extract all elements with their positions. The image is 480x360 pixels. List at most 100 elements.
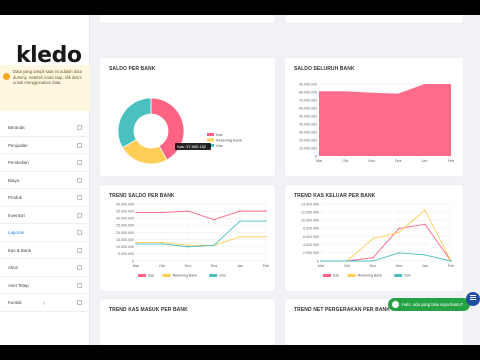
data-point	[265, 220, 267, 222]
legend-swatch	[207, 133, 214, 136]
data-point	[135, 211, 137, 214]
y-tick-label: 2.000.000	[303, 251, 319, 255]
menu-icon	[470, 295, 476, 296]
warning-icon	[3, 73, 10, 80]
data-point	[398, 227, 400, 230]
nav-item-icon	[77, 247, 82, 253]
help-chat-text: Halo, ada yang bisa saya bantu?	[402, 302, 463, 307]
nav-item-icon	[77, 177, 82, 183]
card-title: TREND NET PERGERAKAN PER BANK	[294, 307, 390, 313]
data-point	[239, 236, 241, 238]
data-point	[398, 252, 400, 254]
legend-swatch	[138, 274, 146, 277]
sidebar-item-kas-bank[interactable]: Kas & Bank	[0, 242, 90, 259]
line-series-rekening-bank	[321, 209, 452, 262]
sidebar-item-inventori[interactable]: Inventori	[0, 207, 90, 224]
data-point	[372, 257, 374, 259]
data-point	[187, 210, 189, 212]
nav-item-icon	[77, 282, 82, 288]
tooltip-text: Kas: 37.680.152	[177, 144, 207, 149]
dummy-data-notice[interactable]: Data yang tampil saat ini adalah data du…	[0, 65, 90, 111]
y-tick-label: 0	[317, 259, 319, 263]
sidebar-collapse-button[interactable]: ‹	[0, 299, 90, 313]
help-chat-button[interactable]: Halo, ada yang bisa saya bantu?	[388, 298, 470, 311]
pie-slice-giro	[117, 97, 152, 149]
data-point	[372, 260, 374, 262]
x-tick-label: Des	[396, 264, 403, 268]
data-point	[213, 244, 215, 247]
card-saldo-seluruh-bank: SALDO SELURUH BANK 90.000.000 80.000.000 7…	[285, 58, 463, 176]
sidebar-item-laporan[interactable]: Laporan	[0, 224, 90, 242]
sidebar-item-label: Biaya	[8, 177, 19, 183]
menu-fab-button[interactable]	[466, 292, 480, 306]
data-point	[424, 223, 426, 226]
y-tick-label: 20.000.000	[299, 138, 317, 142]
sidebar-item-label: Aset Tetap	[8, 282, 29, 288]
y-tick-label: 4.000.000	[303, 243, 319, 247]
sidebar-item-aset-tetap[interactable]: Aset Tetap	[0, 277, 90, 294]
x-tick-label: Nov	[185, 264, 192, 268]
y-tick-label: 40.000.000	[116, 202, 134, 206]
legend-label: Kas	[148, 274, 154, 278]
sidebar-item-akun[interactable]: Akun	[0, 259, 90, 277]
y-tick-label: 14.000.000	[301, 202, 319, 206]
notice-text: Data yang tampil saat ini adalah data du…	[13, 69, 82, 86]
y-tick-label: 70.000.000	[299, 98, 317, 102]
data-point	[161, 211, 163, 214]
y-tick-label: 25.000.000	[116, 224, 134, 228]
nav-item-icon	[77, 142, 82, 148]
legend-swatch	[162, 274, 171, 277]
sidebar: kledo Data yang tampil saat ini adalah d…	[0, 15, 90, 345]
x-tick-label: Des	[395, 159, 402, 163]
nav-item-icon	[77, 230, 82, 235]
data-point	[187, 246, 189, 248]
sidebar-item-penjualan[interactable]: Penjualan	[0, 137, 90, 154]
nav-item-icon	[77, 212, 82, 218]
line-chart-kas-keluar[interactable]: 14.000.000 12.000.000 10.000.000 8.000.000 6…	[285, 185, 463, 291]
y-tick-label: 90.000.000	[299, 82, 317, 86]
x-tick-label: Jan	[422, 264, 428, 268]
x-tick-label: Feb	[448, 264, 455, 268]
x-tick-label: Nov	[370, 264, 377, 268]
data-point	[424, 209, 426, 211]
card-trend-kas-keluar: TREND KAS KELUAR PER BANK 14.000.000 12.0…	[285, 185, 463, 291]
x-tick-label: Okt	[344, 264, 351, 268]
area-chart[interactable]: 90.000.000 80.000.000 70.000.000 60.000.000…	[285, 58, 463, 176]
legend-label: Giro	[219, 274, 226, 278]
data-point	[239, 220, 241, 222]
nav-item-icon	[77, 265, 82, 270]
card-trend-kas-masuk: TREND KAS MASUK PER BANK	[100, 299, 275, 345]
sidebar-item-pembelian[interactable]: Pembelian	[0, 154, 90, 172]
legend-label: Rekening Bank	[216, 139, 242, 143]
nav-item-icon	[77, 125, 82, 130]
sidebar-item-beranda[interactable]: Beranda	[0, 119, 90, 137]
y-tick-label: 0	[315, 154, 317, 158]
sidebar-nav: Beranda Penjualan Pembelian Biaya Produk Inve…	[0, 119, 90, 312]
legend-swatch	[347, 274, 356, 277]
data-point	[135, 243, 137, 245]
sidebar-item-produk[interactable]: Produk	[0, 189, 90, 207]
x-tick-label: Feb	[263, 264, 270, 268]
sidebar-item-label: Beranda	[8, 125, 25, 130]
legend-swatch	[323, 274, 331, 277]
sidebar-item-label: Kas & Bank	[8, 247, 31, 253]
whatsapp-icon	[392, 301, 399, 308]
legend-label: Kas	[216, 133, 223, 137]
data-point	[239, 210, 241, 212]
legend-label: Rekening Bank	[358, 274, 383, 278]
y-tick-label: 8.000.000	[303, 227, 319, 231]
chevron-left-icon: ‹	[43, 301, 45, 307]
data-point	[161, 241, 163, 244]
sidebar-item-biaya[interactable]: Biaya	[0, 172, 90, 189]
data-point	[372, 237, 374, 240]
data-point	[398, 231, 400, 234]
pie-chart[interactable]: Kas Rekening BankGiro Kas: 37.680.152	[100, 58, 275, 176]
card-above-left	[100, 15, 275, 23]
data-point	[135, 241, 137, 244]
card-title: TREND KAS MASUK PER BANK	[109, 307, 188, 313]
legend-label: Kas	[333, 274, 339, 278]
line-series-giro	[321, 252, 452, 262]
legend-label: Giro	[404, 274, 411, 278]
y-tick-label: 0	[132, 259, 134, 263]
line-chart-saldo[interactable]: 40.000.000 35.000.000 30.000.000 25.000.000…	[100, 185, 275, 291]
